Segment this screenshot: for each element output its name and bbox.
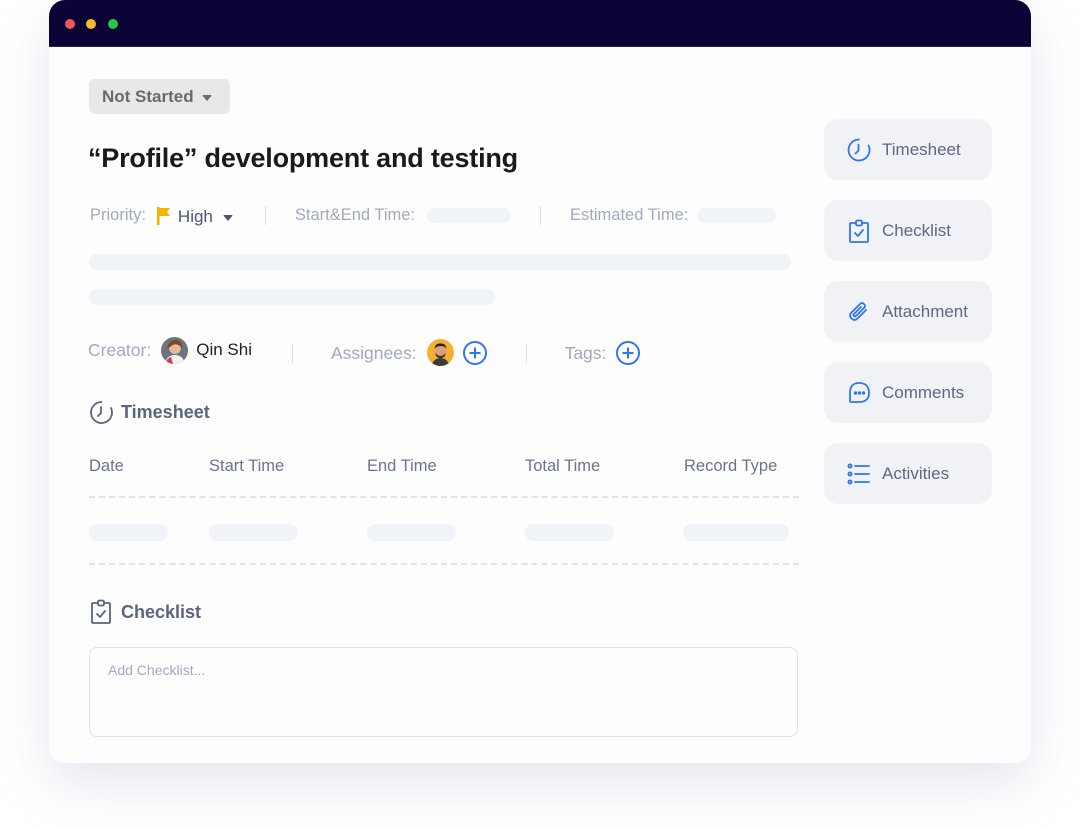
status-label: Not Started xyxy=(102,86,194,106)
minimize-window-button[interactable] xyxy=(86,19,96,29)
column-header-start-time: Start Time xyxy=(209,457,285,475)
checklist-section-header: Checklist xyxy=(90,599,201,625)
title-bar xyxy=(49,0,1031,47)
column-header-total-time: Total Time xyxy=(525,457,601,475)
creator-name: Qin Shi xyxy=(196,340,252,359)
creator-label: Creator: xyxy=(88,339,152,360)
clipboard-check-icon xyxy=(91,599,111,624)
caret-down-icon xyxy=(222,214,233,221)
chat-bubble-icon xyxy=(849,381,870,403)
sidebar-item-timesheet[interactable]: Timesheet xyxy=(824,119,992,180)
flag-icon xyxy=(156,207,170,225)
divider xyxy=(525,343,527,363)
meta-row: Priority: High Start&End Time: Estimated… xyxy=(90,203,777,227)
task-window: Not Started “Profile” development and te… xyxy=(49,0,1031,763)
description-placeholder-line xyxy=(89,289,495,305)
checklist-heading: Checklist xyxy=(121,601,202,622)
list-icon xyxy=(847,463,870,484)
column-header-record-type: Record Type xyxy=(684,457,778,475)
clock-icon xyxy=(90,401,113,424)
close-window-button[interactable] xyxy=(65,19,75,29)
clipboard-check-icon xyxy=(849,219,869,243)
description-placeholder-line xyxy=(89,254,791,270)
add-assignee-button[interactable] xyxy=(462,340,487,365)
cell-placeholder xyxy=(367,524,456,541)
paperclip-icon xyxy=(849,301,867,321)
estimated-time-label: Estimated Time: xyxy=(570,205,689,224)
sidebar-item-label: Activities xyxy=(882,463,950,483)
assignee-avatar[interactable] xyxy=(426,339,454,366)
caret-down-icon xyxy=(201,95,212,101)
divider xyxy=(540,205,542,225)
table-divider xyxy=(89,563,799,565)
task-title: “Profile” development and testing xyxy=(88,143,518,173)
checklist-input-box xyxy=(89,647,798,737)
column-header-end-time: End Time xyxy=(367,457,437,475)
sidebar-item-label: Timesheet xyxy=(882,139,961,159)
column-header-date: Date xyxy=(89,457,124,475)
people-row: Creator: Qin Shi Assignees: Tags: xyxy=(88,335,641,366)
priority-dropdown[interactable]: High xyxy=(156,204,233,227)
add-tag-button[interactable] xyxy=(616,340,641,365)
sidebar-item-label: Comments xyxy=(882,382,965,402)
start-end-time-placeholder[interactable] xyxy=(427,207,512,223)
creator-avatar[interactable] xyxy=(161,336,189,364)
add-checklist-input[interactable] xyxy=(90,648,797,736)
cell-placeholder xyxy=(89,524,168,541)
divider xyxy=(291,343,293,363)
priority-value: High xyxy=(177,206,213,226)
maximize-window-button[interactable] xyxy=(108,19,118,29)
sidebar-item-checklist[interactable]: Checklist xyxy=(824,200,992,261)
sidebar-item-comments[interactable]: Comments xyxy=(824,362,992,423)
estimated-time-placeholder[interactable] xyxy=(697,207,777,223)
sidebar-item-label: Attachment xyxy=(882,301,968,321)
cell-placeholder xyxy=(209,524,298,541)
table-divider xyxy=(89,496,799,498)
start-end-time-label: Start&End Time: xyxy=(294,205,416,224)
divider xyxy=(264,205,266,225)
sidebar-item-activities[interactable]: Activities xyxy=(824,443,992,504)
tags-label: Tags: xyxy=(564,342,607,363)
cell-placeholder xyxy=(525,524,614,541)
status-dropdown[interactable]: Not Started xyxy=(89,79,230,114)
sidebar-item-label: Checklist xyxy=(882,220,951,240)
priority-label: Priority: xyxy=(90,205,146,224)
timesheet-section-header: Timesheet xyxy=(89,400,210,425)
clock-icon xyxy=(847,138,871,161)
timesheet-heading: Timesheet xyxy=(121,402,210,422)
cell-placeholder xyxy=(683,524,789,541)
assignees-label: Assignees: xyxy=(330,342,417,363)
sidebar-item-attachment[interactable]: Attachment xyxy=(824,281,992,342)
